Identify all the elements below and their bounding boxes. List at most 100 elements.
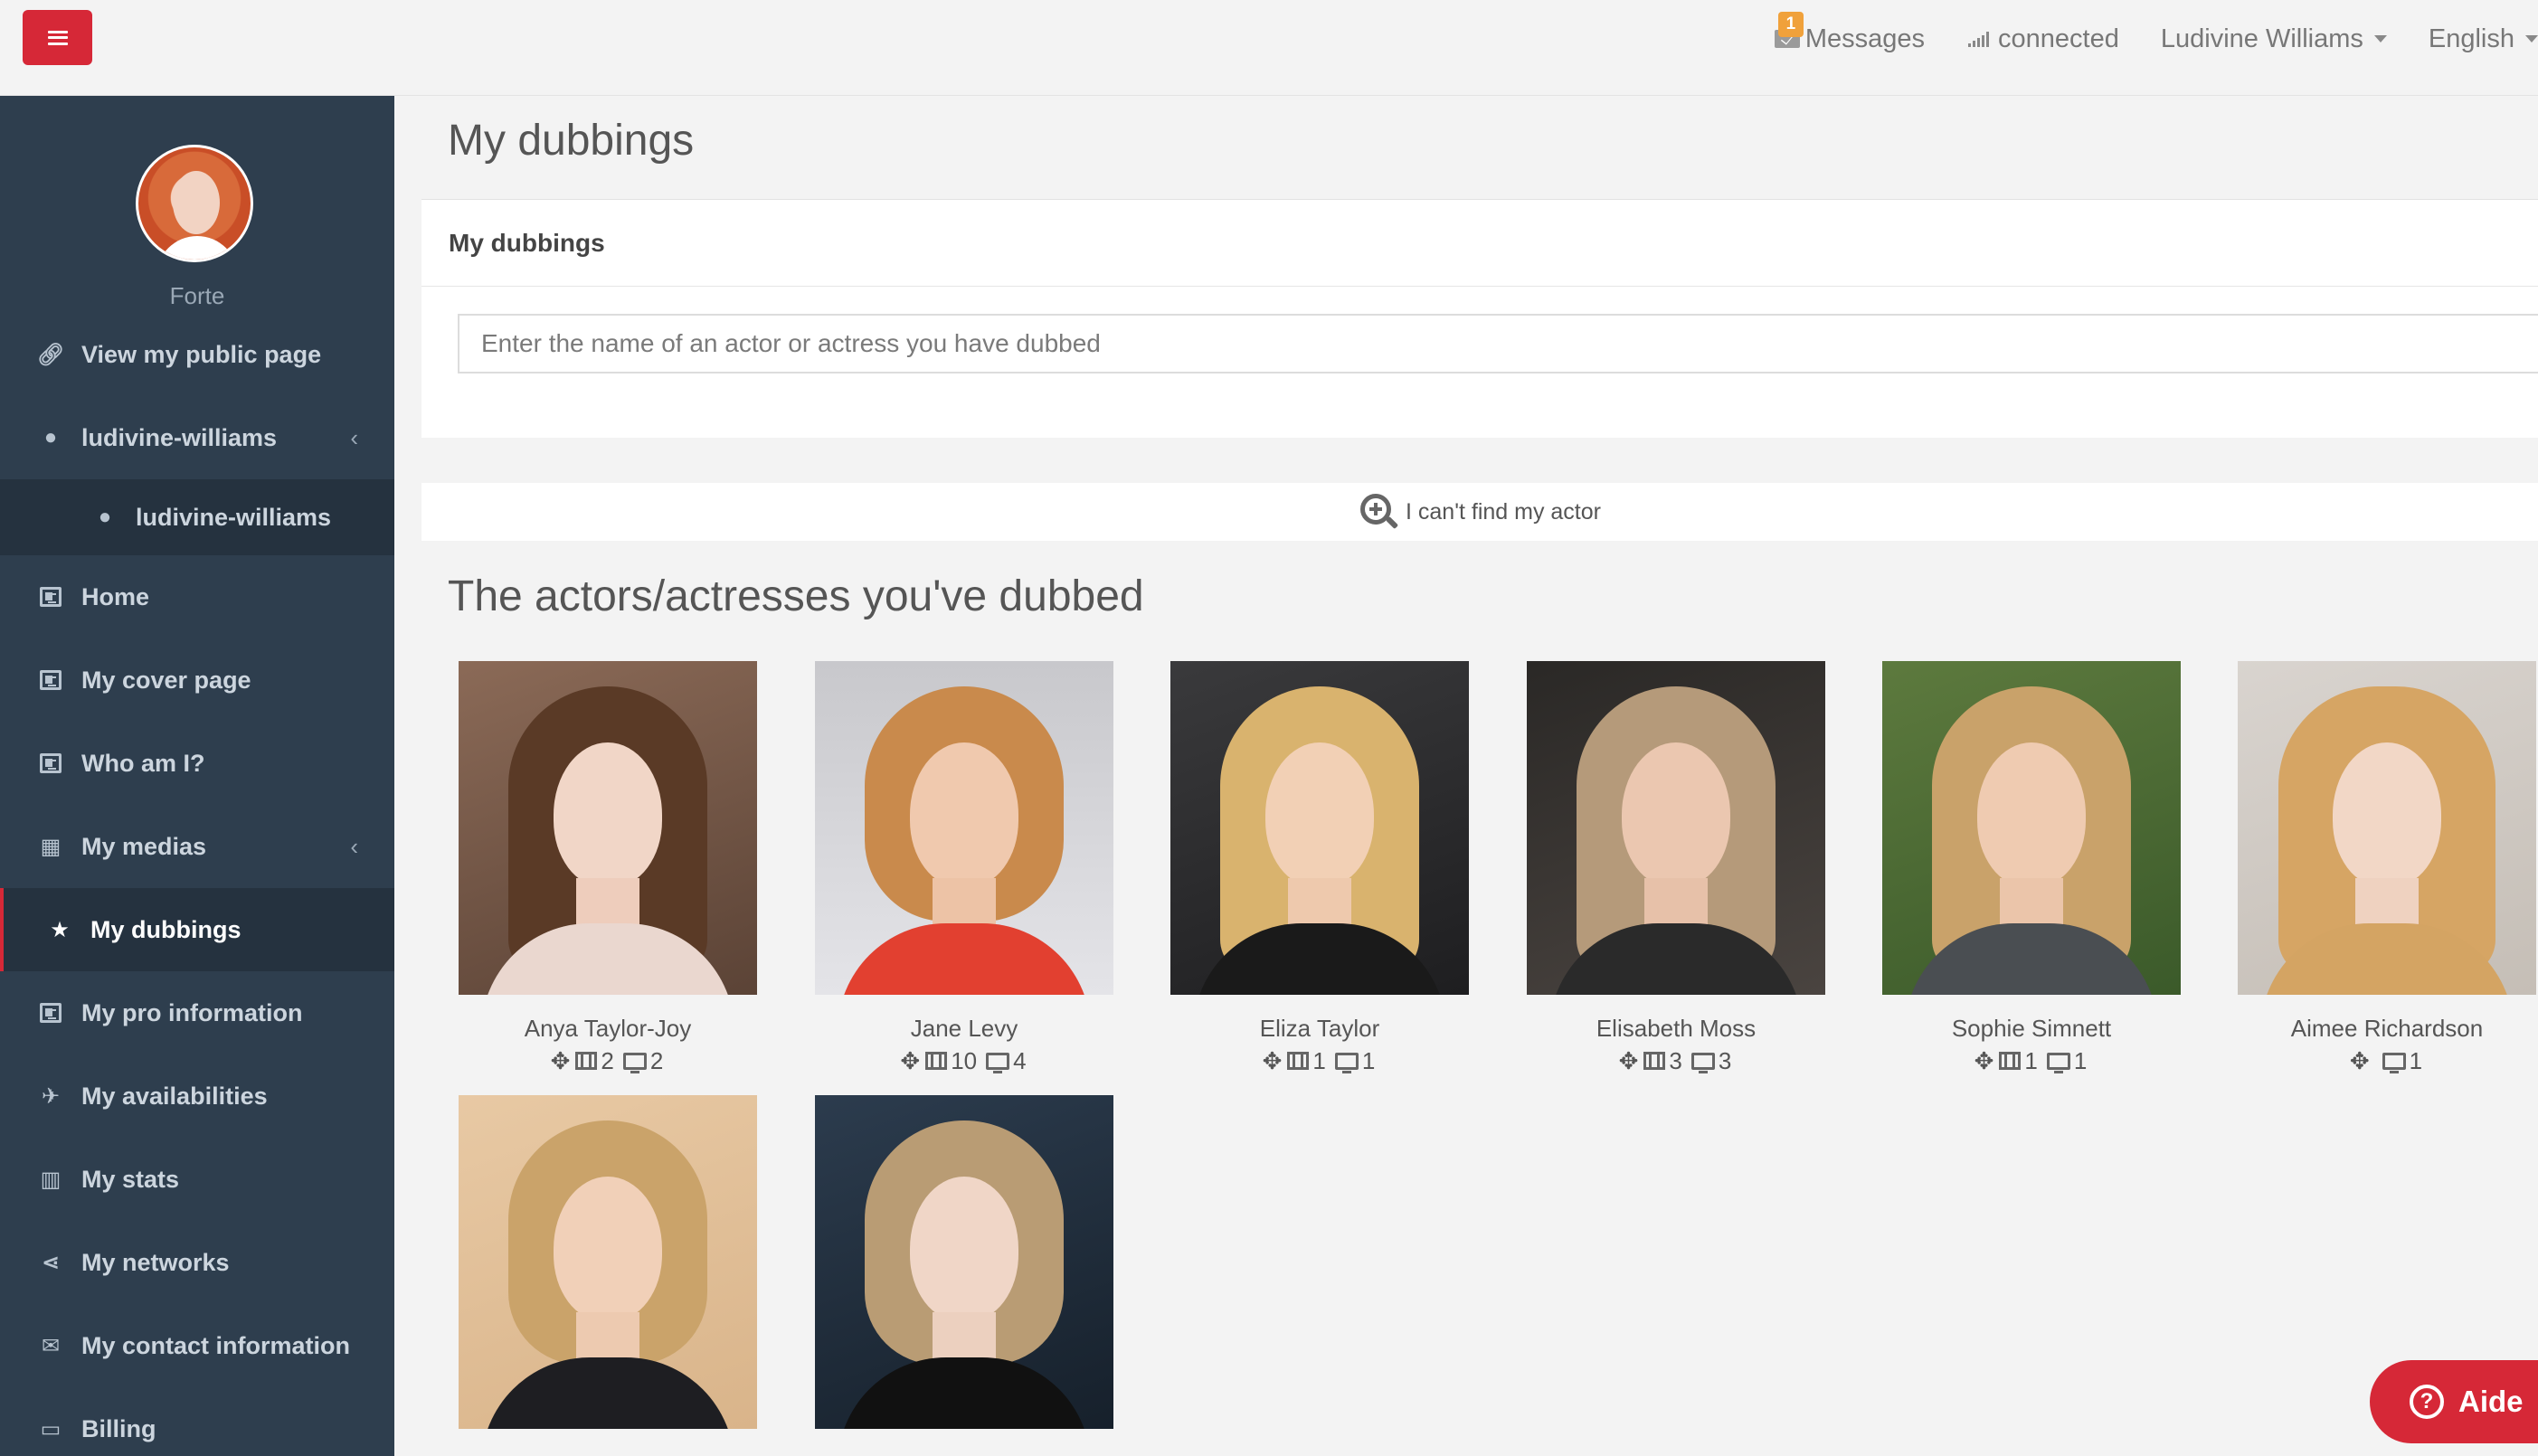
move-icon[interactable]: ✥ — [1975, 1047, 1994, 1075]
sidebar: Forte 🔗︎ View my public page ● ludivine-… — [0, 96, 394, 1456]
sidebar-item-label: My pro information — [81, 998, 303, 1026]
sidebar-item-home[interactable]: Home — [0, 555, 394, 638]
sidebar-item-billing[interactable]: ▭ Billing — [0, 1387, 394, 1456]
sidebar-item-label: My availabilities — [81, 1082, 268, 1110]
chevron-left-icon: ‹ — [350, 423, 358, 451]
actor-name: Sophie Simnett — [1951, 1015, 2112, 1042]
envelope-icon: ✉ — [41, 1333, 61, 1358]
sidebar-item-medias[interactable]: ▦ My medias ‹ — [0, 805, 394, 888]
id-card-icon — [40, 670, 62, 690]
actor-card[interactable]: Aimee Richardson ✥ 1 — [2238, 661, 2536, 1075]
sidebar-item-networks[interactable]: ⋖ My networks — [0, 1221, 394, 1304]
plane-icon: ✈ — [41, 1083, 61, 1109]
user-menu-dropdown[interactable]: Ludivine Williams — [2161, 24, 2387, 54]
actor-stats: ✥ 10 4 — [815, 1046, 1113, 1075]
actor-stats: ✥ 2 2 — [459, 1046, 757, 1075]
credit-card-icon: ▭ — [40, 1416, 62, 1442]
move-icon[interactable]: ✥ — [2350, 1047, 2370, 1075]
actor-card[interactable]: Elisabeth Moss ✥ 3 3 — [1527, 661, 1825, 1075]
film-count: 1 — [2024, 1046, 2038, 1074]
avatar[interactable] — [136, 145, 253, 262]
help-button[interactable]: ? Aide — [2370, 1360, 2538, 1443]
actor-card[interactable] — [459, 1095, 757, 1429]
cant-find-actor-button[interactable]: I can't find my actor — [421, 483, 2538, 541]
tv-icon — [2046, 1052, 2070, 1073]
share-icon: ⋖ — [41, 1250, 61, 1275]
connection-label: connected — [1998, 24, 2119, 53]
section-title: The actors/actresses you've dubbed — [448, 572, 1144, 620]
actor-photo[interactable] — [459, 661, 757, 995]
messages-badge: 1 — [1777, 11, 1804, 37]
sidebar-item-label: ludivine-williams — [136, 503, 332, 531]
sidebar-item-stats[interactable]: ▥ My stats — [0, 1138, 394, 1221]
sidebar-item-who-am-i[interactable]: Who am I? — [0, 722, 394, 805]
tv-icon — [1690, 1052, 1715, 1073]
messages-link[interactable]: 1 Messages — [1774, 11, 1926, 54]
move-icon[interactable]: ✥ — [900, 1047, 920, 1075]
top-navbar: 1 Messages connected Ludivine Williams E… — [0, 0, 2538, 96]
sidebar-item-account-group[interactable]: ● ludivine-williams ‹ — [0, 396, 394, 479]
user-icon: ● — [43, 425, 58, 449]
actor-photo[interactable] — [2238, 661, 2536, 995]
actor-photo[interactable] — [815, 1095, 1113, 1429]
actor-search-input[interactable] — [458, 314, 2538, 373]
link-icon: 🔗︎ — [36, 342, 65, 367]
menu-toggle-button[interactable] — [23, 10, 92, 65]
caret-down-icon — [2525, 35, 2538, 43]
tv-count: 1 — [1361, 1046, 1376, 1074]
sidebar-item-dubbings[interactable]: ★ My dubbings — [0, 888, 394, 971]
tv-icon — [1334, 1052, 1359, 1073]
sidebar-item-contact-information[interactable]: ✉ My contact information — [0, 1304, 394, 1387]
actor-card[interactable]: Jane Levy ✥ 10 4 — [815, 661, 1113, 1075]
sidebar-item-cover-page[interactable]: My cover page — [0, 638, 394, 722]
chevron-left-icon: ‹ — [350, 832, 358, 860]
move-icon[interactable]: ✥ — [1263, 1047, 1283, 1075]
zoom-in-icon — [1359, 492, 1399, 532]
actor-photo[interactable] — [1527, 661, 1825, 995]
actor-photo[interactable] — [459, 1095, 757, 1429]
sidebar-item-label: My dubbings — [90, 915, 241, 943]
caret-down-icon — [2373, 35, 2387, 43]
film-count: 10 — [951, 1046, 978, 1074]
sidebar-item-label: My stats — [81, 1165, 180, 1193]
actor-name: Eliza Taylor — [1259, 1015, 1380, 1042]
actor-card[interactable] — [815, 1095, 1113, 1429]
actor-photo[interactable] — [1882, 661, 2181, 995]
language-label: English — [2428, 24, 2514, 53]
tv-icon — [986, 1052, 1010, 1073]
signal-icon — [1968, 31, 1991, 47]
page-title: My dubbings — [448, 117, 695, 165]
tv-count: 1 — [2409, 1046, 2423, 1074]
dubbings-panel: My dubbings — [421, 199, 2538, 438]
language-dropdown[interactable]: English — [2429, 24, 2538, 54]
actor-photo[interactable] — [815, 661, 1113, 995]
film-icon — [1999, 1052, 2022, 1070]
sidebar-item-label: My contact information — [81, 1331, 351, 1359]
move-icon[interactable]: ✥ — [551, 1047, 571, 1075]
move-icon[interactable]: ✥ — [1619, 1047, 1639, 1075]
actor-photo[interactable] — [1170, 661, 1469, 995]
sidebar-item-label: View my public page — [81, 340, 322, 368]
film-icon — [575, 1052, 598, 1070]
tv-count: 4 — [1013, 1046, 1027, 1074]
sidebar-item-account[interactable]: ● ludivine-williams — [0, 479, 394, 555]
actor-card[interactable]: Anya Taylor-Joy ✥ 2 2 — [459, 661, 757, 1075]
id-card-icon — [40, 753, 62, 773]
sidebar-item-label: Home — [81, 582, 150, 610]
actor-card[interactable]: Eliza Taylor ✥ 1 1 — [1170, 661, 1469, 1075]
sidebar-item-pro-information[interactable]: My pro information — [0, 971, 394, 1054]
actor-card[interactable]: Sophie Simnett ✥ 1 1 — [1882, 661, 2181, 1075]
actor-stats: ✥ 1 1 — [1882, 1046, 2181, 1075]
sidebar-item-label: Billing — [81, 1414, 156, 1442]
user-role: Forte — [169, 282, 225, 309]
sidebar-item-availabilities[interactable]: ✈ My availabilities — [0, 1054, 394, 1138]
tv-count: 3 — [1718, 1046, 1732, 1074]
grid-icon: ▦ — [40, 834, 62, 859]
actor-stats: ✥ 1 — [2238, 1046, 2536, 1075]
messages-label: Messages — [1804, 24, 1926, 53]
user-icon: ● — [98, 505, 112, 529]
sidebar-item-label: My medias — [81, 832, 207, 860]
actor-name: Aimee Richardson — [2290, 1015, 2484, 1042]
sidebar-item-label: My networks — [81, 1248, 230, 1276]
sidebar-item-public-page[interactable]: 🔗︎ View my public page — [0, 313, 394, 396]
